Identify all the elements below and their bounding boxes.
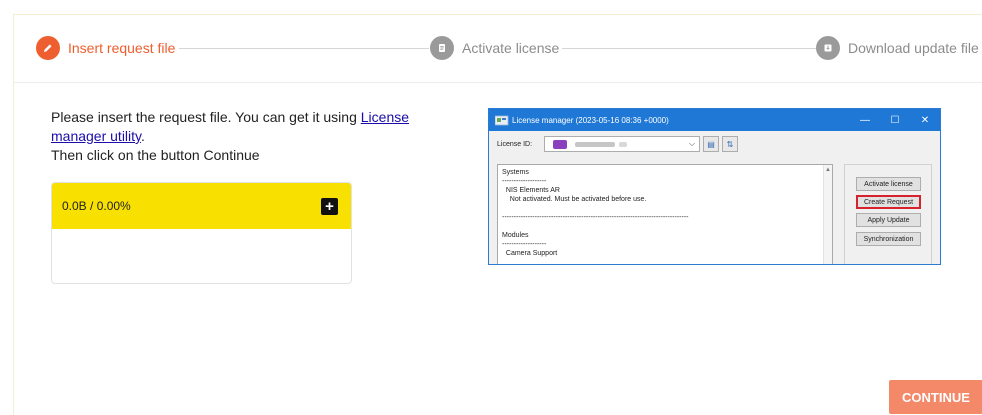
step-insert-request-file[interactable]: Insert request file bbox=[36, 35, 175, 61]
file-upload-box[interactable]: 0.0B / 0.00% + bbox=[51, 182, 352, 284]
download-icon bbox=[816, 36, 840, 60]
scrollbar: ▲ bbox=[823, 165, 832, 264]
drop-zone[interactable] bbox=[52, 229, 351, 283]
info-line: Modules bbox=[502, 232, 529, 239]
license-info-text: Systems ------------------- NIS Elements… bbox=[497, 164, 833, 264]
upload-progress-bar: 0.0B / 0.00% + bbox=[52, 183, 351, 229]
chevron-up-icon: ▲ bbox=[825, 167, 831, 173]
step-connector bbox=[562, 48, 817, 49]
info-line: Not activated. Must be activated before … bbox=[502, 196, 647, 203]
info-line: ----------------------------------------… bbox=[502, 214, 689, 221]
info-line: NIS Elements AR bbox=[502, 187, 560, 194]
main-panel: Insert request file Activate license Dow… bbox=[13, 14, 982, 415]
chevron-down-icon: ⌵ bbox=[688, 139, 696, 148]
usb-dongle-icon bbox=[553, 139, 568, 149]
window-title: License manager (2023-05-16 08:36 +0000) bbox=[512, 115, 669, 125]
stepper: Insert request file Activate license Dow… bbox=[14, 15, 982, 83]
instructions-period: . bbox=[141, 128, 145, 144]
refresh-icon: ⇅ bbox=[722, 136, 739, 152]
info-line: ------------------- bbox=[502, 241, 547, 248]
info-line: Systems bbox=[502, 169, 529, 176]
upload-status: 0.0B / 0.00% bbox=[62, 199, 131, 213]
step-label: Insert request file bbox=[68, 40, 176, 56]
license-manager-screenshot: License manager (2023-05-16 08:36 +0000)… bbox=[488, 108, 941, 265]
info-line: Camera Support bbox=[502, 250, 558, 257]
create-request-button: Create Request bbox=[856, 195, 921, 209]
close-icon: ✕ bbox=[920, 114, 930, 126]
license-id-label: License ID: bbox=[497, 140, 533, 148]
plus-icon[interactable]: + bbox=[321, 197, 338, 215]
continue-button[interactable]: CONTINUE bbox=[889, 380, 982, 414]
step-activate-license[interactable]: Activate license bbox=[430, 35, 559, 61]
window-titlebar: License manager (2023-05-16 08:36 +0000)… bbox=[489, 109, 940, 131]
license-id-combo: ⌵ bbox=[544, 136, 701, 152]
synchronization-button: Synchronization bbox=[856, 232, 921, 246]
maximize-icon: ☐ bbox=[890, 114, 900, 126]
step-connector bbox=[179, 48, 429, 49]
instructions-text: Please insert the request file. You can … bbox=[51, 108, 461, 165]
license-actions-panel: Activate license Create Request Apply Up… bbox=[844, 164, 932, 264]
save-icon: ▤ bbox=[703, 136, 720, 152]
minimize-icon: — bbox=[860, 114, 870, 126]
instructions-line1: Please insert the request file. You can … bbox=[51, 109, 361, 125]
instructions-line2: Then click on the button Continue bbox=[51, 147, 260, 163]
blurred-license-id bbox=[619, 141, 628, 147]
apply-update-button: Apply Update bbox=[856, 213, 921, 227]
step-label: Download update file bbox=[848, 40, 979, 56]
activate-license-button: Activate license bbox=[856, 177, 921, 191]
document-icon bbox=[430, 36, 454, 60]
pencil-icon bbox=[36, 36, 60, 60]
window-toolbar: License ID: ⌵ ▤ ⇅ bbox=[489, 131, 940, 157]
info-line: ------------------- bbox=[502, 178, 547, 185]
step-download-update-file[interactable]: Download update file bbox=[816, 35, 979, 61]
app-icon bbox=[494, 114, 509, 126]
blurred-license-id bbox=[575, 141, 616, 147]
step-label: Activate license bbox=[462, 40, 560, 56]
